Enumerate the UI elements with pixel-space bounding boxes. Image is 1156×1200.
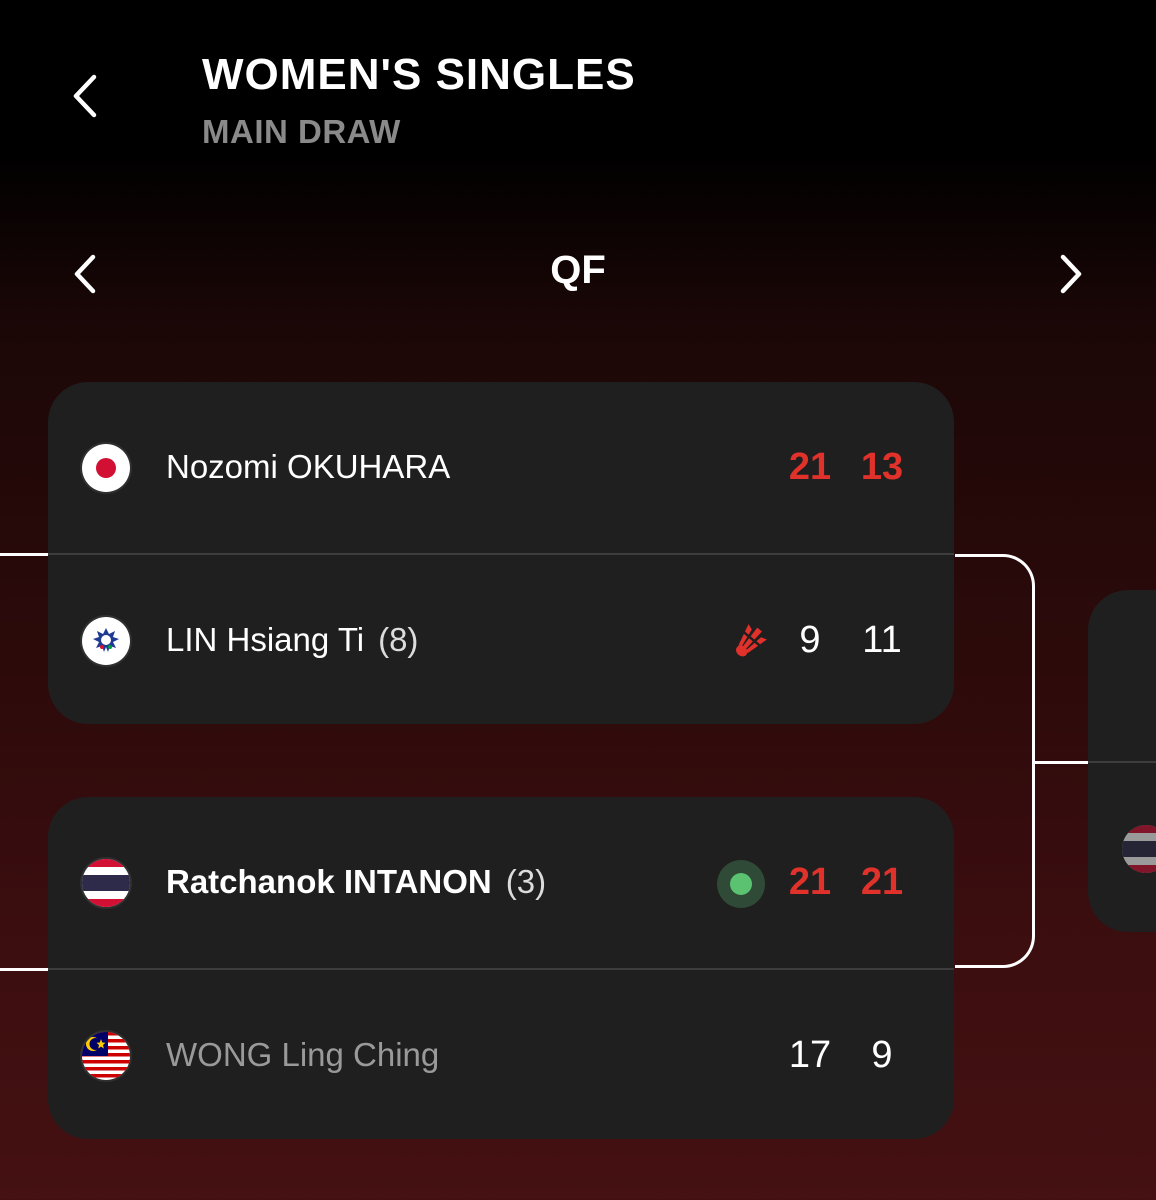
chinese-taipei-flag-icon [82,617,130,665]
japan-flag-icon [82,444,130,492]
player-row: LIN Hsiang Ti (8) 9 11 [48,555,954,724]
next-round-match-card[interactable] [1088,590,1156,932]
row-divider [1088,761,1156,763]
match-card[interactable]: Ratchanok INTANON (3) 21 21 WONG Ling Ch… [48,797,954,1139]
page-subtitle: MAIN DRAW [202,113,401,150]
game-score: 9 [871,1034,893,1076]
player-row: WONG Ling Ching 17 9 [48,970,954,1139]
game-score: 21 [860,861,904,903]
chevron-left-icon [73,74,97,118]
malaysia-flag-icon [82,1032,130,1080]
player-seed: (8) [378,621,419,658]
player-row: Nozomi OKUHARA 21 13 [48,382,954,553]
game-score: 9 [799,619,821,661]
thailand-flag-icon [82,859,130,907]
round-label: QF [550,248,606,292]
next-round-button[interactable] [1046,244,1096,304]
game-score: 17 [788,1034,832,1076]
bracket-line-left-bottom [0,968,48,971]
bracket-line-left-top [0,553,48,556]
player-name: WONG Ling Ching [166,1036,440,1073]
game-score: 13 [860,446,904,488]
thailand-flag-icon [1122,825,1156,873]
player-name: Ratchanok INTANON (3) [166,863,547,900]
page-title: WOMEN'S SINGLES [202,50,636,99]
game-score: 21 [788,861,832,903]
match-card[interactable]: Nozomi OKUHARA 21 13 LIN Hsiang Ti (8) 9… [48,382,954,724]
bracket-connector [955,554,1035,968]
chevron-left-icon [74,254,96,294]
bracket-line-to-next-round [1035,761,1088,764]
game-score: 21 [788,446,832,488]
shuttlecock-serving-icon [728,619,772,663]
player-seed: (3) [505,863,547,900]
player-row: Ratchanok INTANON (3) 21 21 [48,797,954,968]
chevron-right-icon [1060,254,1082,294]
game-score: 11 [862,619,902,661]
player-name: Nozomi OKUHARA [166,448,451,485]
player-name: LIN Hsiang Ti (8) [166,621,419,658]
winner-indicator-icon [717,860,765,908]
previous-round-button[interactable] [60,244,110,304]
back-button[interactable] [60,64,110,128]
